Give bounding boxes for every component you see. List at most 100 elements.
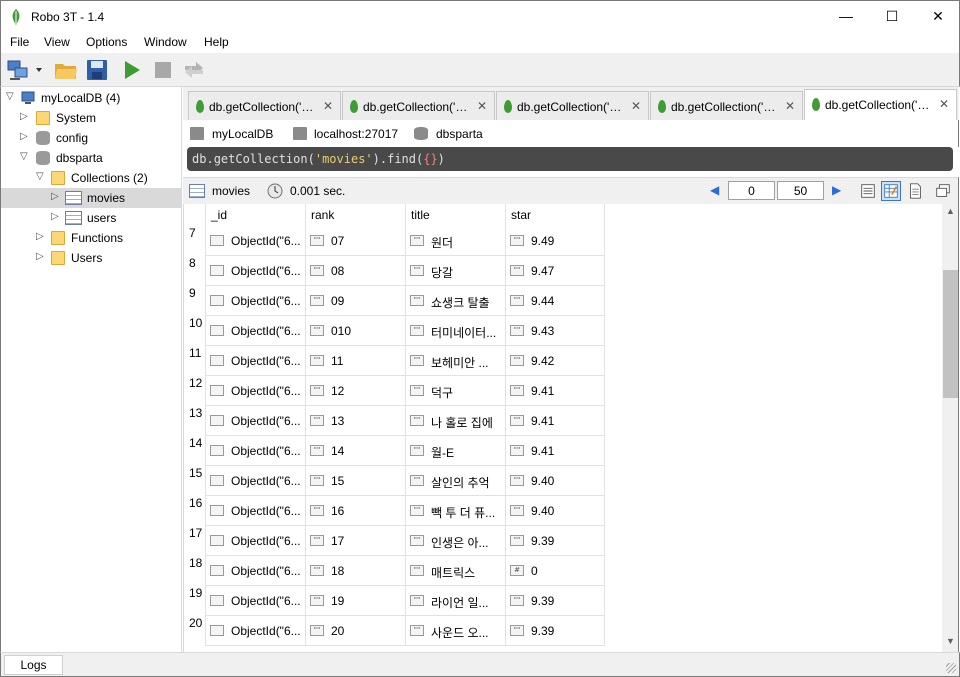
column-header-title[interactable]: title [405, 204, 505, 226]
table-cell-star[interactable]: "" 9.39 [505, 616, 605, 646]
column-header-id[interactable]: _id [205, 204, 305, 226]
close-icon[interactable]: ✕ [323, 99, 333, 113]
table-cell-star[interactable]: "" 9.39 [505, 586, 605, 616]
scroll-down-icon[interactable]: ▼ [946, 636, 955, 646]
chevron-right-icon[interactable]: ▷ [51, 211, 59, 222]
tree-item-config[interactable]: ▷ config [1, 128, 182, 148]
tree-item-collections[interactable]: ▽ Collections (2) [1, 168, 182, 188]
chevron-down-icon[interactable]: ▽ [20, 151, 28, 162]
column-header-rank[interactable]: rank [305, 204, 405, 226]
chevron-right-icon[interactable]: ▷ [20, 111, 28, 122]
table-cell-title[interactable]: "" 사운드 오... [405, 616, 505, 646]
table-cell-star[interactable]: "" 9.40 [505, 466, 605, 496]
table-cell-star[interactable]: #0 [505, 556, 605, 586]
chevron-right-icon[interactable]: ▷ [51, 191, 59, 202]
vertical-scrollbar[interactable]: ▲ ▼ [942, 204, 959, 652]
table-cell-rank[interactable]: "" 11 [305, 346, 405, 376]
table-cell-id[interactable]: ObjectId("6... [205, 616, 305, 646]
table-row[interactable]: 9 ObjectId("6... "" 09 "" 쇼생크 탈출 "" 9.44 [184, 286, 605, 316]
table-cell-id[interactable]: ObjectId("6... [205, 406, 305, 436]
menu-options[interactable]: Options [86, 35, 127, 49]
text-view-icon[interactable] [905, 181, 925, 201]
execute-icon[interactable] [120, 58, 144, 82]
tab-query-3[interactable]: db.getCollection('… ✕ [496, 91, 649, 120]
table-cell-rank[interactable]: "" 20 [305, 616, 405, 646]
resize-grip-icon[interactable] [946, 663, 956, 673]
minimize-button[interactable]: — [823, 1, 869, 32]
menu-view[interactable]: View [44, 35, 70, 49]
chevron-right-icon[interactable]: ▷ [20, 131, 28, 142]
tab-query-2[interactable]: db.getCollection('… ✕ [342, 91, 495, 120]
next-page-button[interactable]: ▶ [832, 183, 841, 197]
table-row[interactable]: 19 ObjectId("6... "" 19 "" 라이언 일... "" 9.39 [184, 586, 605, 616]
menu-window[interactable]: Window [144, 35, 187, 49]
page-start-input[interactable]: 0 [728, 181, 775, 200]
orientation-icon[interactable] [182, 58, 206, 82]
table-cell-star[interactable]: "" 9.49 [505, 226, 605, 256]
tab-query-1[interactable]: db.getCollection('… ✕ [188, 91, 341, 120]
table-cell-id[interactable]: ObjectId("6... [205, 346, 305, 376]
save-icon[interactable] [85, 58, 109, 82]
tree-item-connection[interactable]: ▽ myLocalDB (4) [1, 88, 182, 108]
tree-item-system[interactable]: ▷ System [1, 108, 182, 128]
close-button[interactable]: ✕ [915, 1, 960, 32]
table-cell-title[interactable]: "" 월-E [405, 436, 505, 466]
tree-item-functions[interactable]: ▷ Functions [1, 228, 182, 248]
tab-query-5[interactable]: db.getCollection('… ✕ [804, 89, 957, 120]
table-cell-star[interactable]: "" 9.47 [505, 256, 605, 286]
menu-file[interactable]: File [10, 35, 29, 49]
table-cell-star[interactable]: "" 9.41 [505, 436, 605, 466]
page-size-input[interactable]: 50 [777, 181, 824, 200]
close-icon[interactable]: ✕ [785, 99, 795, 113]
table-cell-id[interactable]: ObjectId("6... [205, 466, 305, 496]
connect-icon[interactable] [7, 58, 31, 82]
table-cell-title[interactable]: "" 살인의 추억 [405, 466, 505, 496]
table-row[interactable]: 13 ObjectId("6... "" 13 "" 나 홀로 집에 "" 9.41 [184, 406, 605, 436]
chevron-right-icon[interactable]: ▷ [36, 231, 44, 242]
table-cell-rank[interactable]: "" 12 [305, 376, 405, 406]
table-cell-id[interactable]: ObjectId("6... [205, 226, 305, 256]
table-cell-star[interactable]: "" 9.40 [505, 496, 605, 526]
table-view-icon[interactable] [881, 181, 901, 201]
tree-item-users-folder[interactable]: ▷ Users [1, 248, 182, 268]
table-cell-rank[interactable]: "" 19 [305, 586, 405, 616]
chevron-down-icon[interactable]: ▽ [6, 91, 14, 102]
table-cell-title[interactable]: "" 쇼생크 탈출 [405, 286, 505, 316]
table-cell-id[interactable]: ObjectId("6... [205, 316, 305, 346]
table-row[interactable]: 12 ObjectId("6... "" 12 "" 덕구 "" 9.41 [184, 376, 605, 406]
table-cell-id[interactable]: ObjectId("6... [205, 256, 305, 286]
table-cell-id[interactable]: ObjectId("6... [205, 376, 305, 406]
table-cell-rank[interactable]: "" 16 [305, 496, 405, 526]
table-row[interactable]: 20 ObjectId("6... "" 20 "" 사운드 오... "" 9.39 [184, 616, 605, 646]
table-cell-title[interactable]: "" 나 홀로 집에 [405, 406, 505, 436]
table-cell-star[interactable]: "" 9.44 [505, 286, 605, 316]
chevron-down-icon[interactable] [33, 58, 45, 82]
prev-page-button[interactable]: ◀ [710, 183, 719, 197]
table-cell-id[interactable]: ObjectId("6... [205, 496, 305, 526]
close-icon[interactable]: ✕ [631, 99, 641, 113]
table-cell-title[interactable]: "" 보헤미안 ... [405, 346, 505, 376]
query-editor[interactable]: db.getCollection('movies').find({}) [187, 147, 953, 171]
table-cell-star[interactable]: "" 9.42 [505, 346, 605, 376]
tree-item-dbsparta[interactable]: ▽ dbsparta [1, 148, 182, 168]
scroll-up-icon[interactable]: ▲ [946, 206, 955, 216]
table-cell-rank[interactable]: "" 15 [305, 466, 405, 496]
table-cell-rank[interactable]: "" 17 [305, 526, 405, 556]
logs-tab[interactable]: Logs [4, 655, 63, 675]
table-cell-id[interactable]: ObjectId("6... [205, 436, 305, 466]
table-cell-title[interactable]: "" 인생은 아... [405, 526, 505, 556]
close-icon[interactable]: ✕ [477, 99, 487, 113]
table-row[interactable]: 11 ObjectId("6... "" 11 "" 보헤미안 ... "" 9.42 [184, 346, 605, 376]
menu-help[interactable]: Help [204, 35, 229, 49]
table-row[interactable]: 7 ObjectId("6... "" 07 "" 원더 "" 9.49 [184, 226, 605, 256]
chevron-right-icon[interactable]: ▷ [36, 251, 44, 262]
table-cell-rank[interactable]: "" 18 [305, 556, 405, 586]
maximize-button[interactable]: ☐ [869, 1, 915, 32]
table-cell-title[interactable]: "" 당갈 [405, 256, 505, 286]
table-cell-rank[interactable]: "" 010 [305, 316, 405, 346]
table-cell-title[interactable]: "" 빽 투 더 퓨... [405, 496, 505, 526]
chevron-down-icon[interactable]: ▽ [36, 171, 44, 182]
table-row[interactable]: 17 ObjectId("6... "" 17 "" 인생은 아... "" 9.39 [184, 526, 605, 556]
tree-view-icon[interactable] [858, 181, 878, 201]
detach-icon[interactable] [933, 181, 953, 201]
